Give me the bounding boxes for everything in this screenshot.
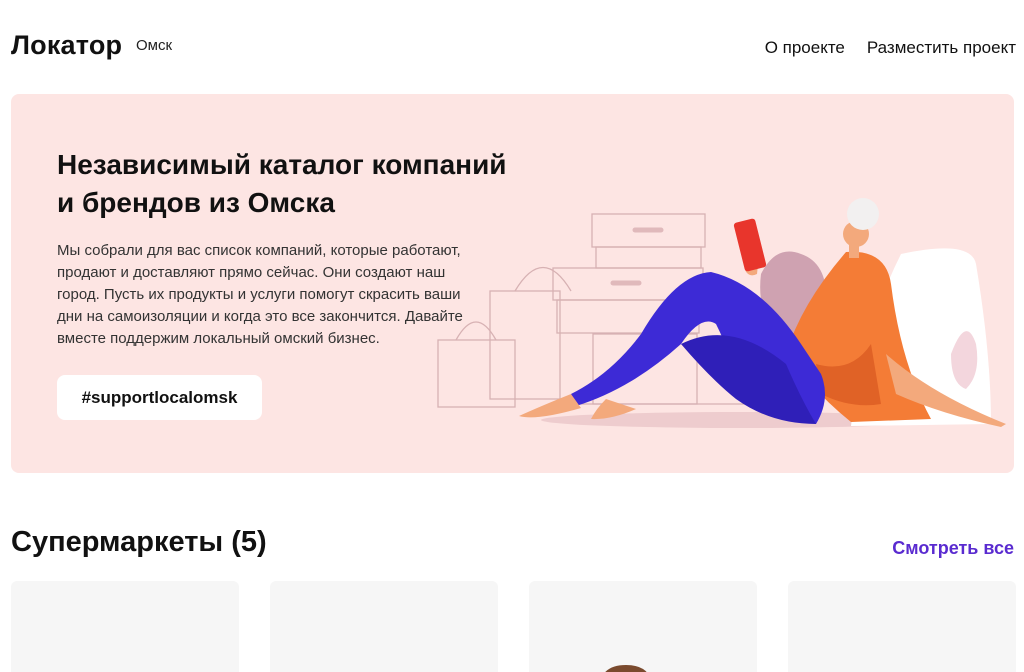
supermarkets-section-title: Супермаркеты (5): [11, 526, 267, 558]
hero-banner: Независимый каталог компаний и брендов и…: [11, 94, 1014, 473]
company-card[interactable]: [11, 581, 239, 672]
see-all-link[interactable]: Смотреть все: [892, 538, 1014, 559]
city-label[interactable]: Омск: [136, 37, 172, 54]
woman-reading-illustration: [437, 198, 1006, 428]
nav-submit-project-link[interactable]: Разместить проект: [867, 38, 1016, 58]
company-logo-icon: [605, 665, 647, 672]
hero-description: Мы собрали для вас список компаний, кото…: [57, 242, 463, 347]
company-card[interactable]: [788, 581, 1016, 672]
company-card[interactable]: [270, 581, 498, 672]
top-nav: О проекте Разместить проект: [765, 38, 1016, 58]
site-logo[interactable]: Локатор: [11, 30, 122, 61]
supermarket-cards: [11, 581, 1016, 672]
company-logo-icon: [310, 651, 460, 672]
hashtag-button[interactable]: #supportlocalomsk: [57, 375, 262, 420]
site-header: Локатор Омск О проекте Разместить проект: [0, 0, 1024, 94]
nav-about-link[interactable]: О проекте: [765, 38, 845, 58]
company-card[interactable]: [529, 581, 757, 672]
